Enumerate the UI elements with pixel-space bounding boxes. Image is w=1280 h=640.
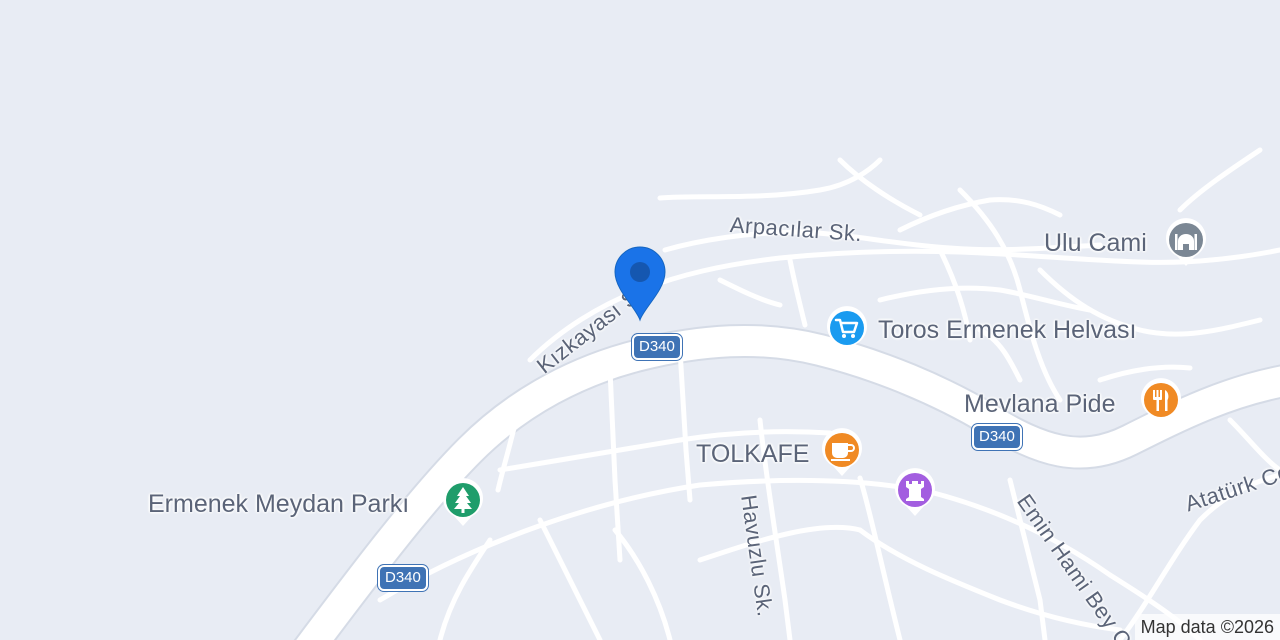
poi-marker-toros-ermenek-helvasi[interactable] — [824, 304, 870, 358]
map-attribution[interactable]: Map data ©2026 — [1134, 614, 1280, 640]
poi-marker-ermenek-meydan-parki[interactable] — [440, 476, 486, 530]
poi-label-tolkafe[interactable]: TOLKAFE — [696, 440, 809, 469]
poi-marker-castle[interactable] — [892, 466, 938, 520]
road-shield-d340: D340 — [380, 567, 426, 589]
poi-marker-ulu-cami[interactable] — [1163, 216, 1209, 270]
map-view[interactable]: Arpacılar Sk. Kızkayası S Havuzlu Sk. Em… — [0, 0, 1280, 640]
poi-marker-tolkafe[interactable] — [819, 426, 865, 480]
poi-label-toros-ermenek-helvasi[interactable]: Toros Ermenek Helvası — [878, 316, 1136, 345]
road-shield-d340: D340 — [634, 336, 680, 358]
poi-label-mevlana-pide[interactable]: Mevlana Pide — [964, 390, 1115, 419]
location-pin-icon[interactable] — [612, 244, 668, 322]
road-shield-d340: D340 — [974, 426, 1020, 448]
poi-label-ulu-cami[interactable]: Ulu Cami — [1044, 229, 1147, 258]
poi-label-ermenek-meydan-parki[interactable]: Ermenek Meydan Parkı — [148, 490, 409, 519]
poi-marker-mevlana-pide[interactable] — [1138, 376, 1184, 430]
